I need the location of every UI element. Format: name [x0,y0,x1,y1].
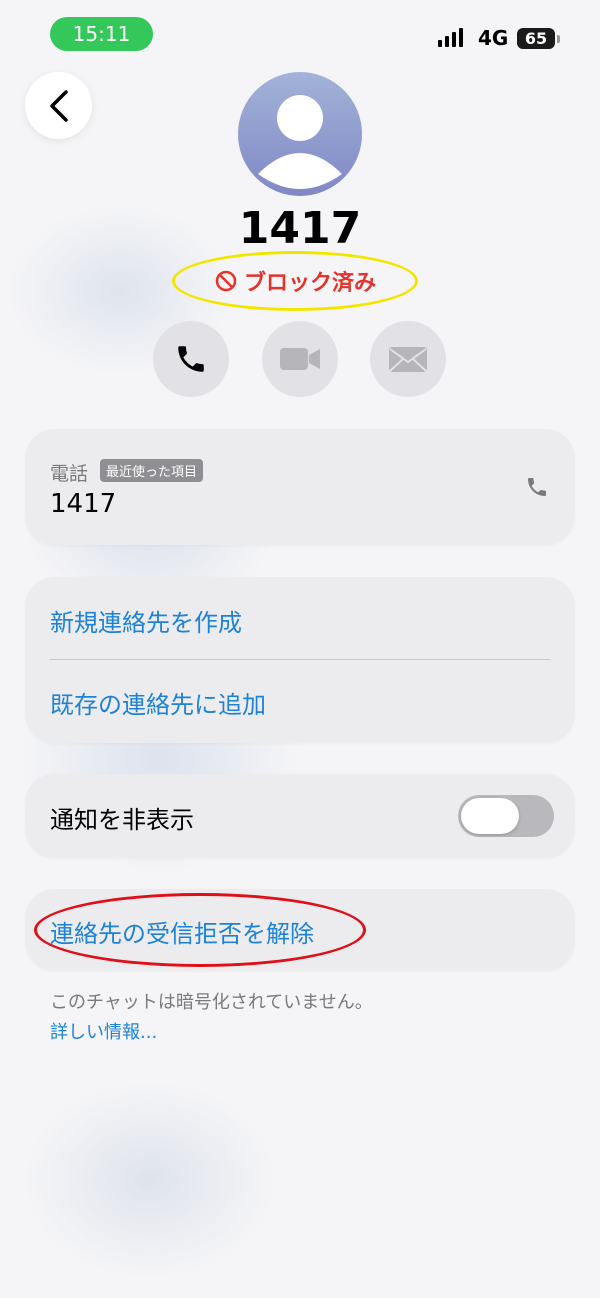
person-silhouette-icon [258,95,342,189]
blocked-label: ブロック済み [243,271,376,296]
message-button[interactable] [370,321,446,397]
phone-call-button[interactable] [525,475,549,503]
contact-avatar [238,72,362,196]
call-button[interactable] [153,321,229,397]
cellular-signal-icon [438,28,463,47]
phone-label: 電話 [50,463,89,485]
learn-more-link[interactable]: 詳しい情報... [50,1018,157,1044]
hide-alerts-card: 通知を非表示 [25,774,575,858]
contact-name: 1417 [238,203,362,254]
phone-icon [178,346,204,372]
encryption-note: このチャットは暗号化されていません。 [50,992,373,1013]
prohibited-icon [215,270,237,292]
battery-cap [557,35,560,43]
toggle-knob [461,798,519,834]
recent-badge: 最近使った項目 [100,459,204,482]
network-type: 4G [478,26,509,50]
chevron-left-icon [49,89,68,122]
hide-alerts-toggle[interactable] [458,795,554,837]
envelope-icon [389,347,427,372]
phone-number[interactable]: 1417 [50,489,116,519]
phone-card[interactable]: 電話 最近使った項目 1417 [25,429,575,545]
red-highlight-ellipse [34,893,366,967]
video-camera-icon [280,348,320,370]
contact-actions-card: 新規連絡先を作成 既存の連絡先に追加 [25,577,575,743]
hide-alerts-label: 通知を非表示 [50,806,194,834]
create-new-contact-button[interactable]: 新規連絡先を作成 [50,603,242,638]
divider [50,659,550,660]
add-to-existing-contact-button[interactable]: 既存の連絡先に追加 [50,685,266,720]
blocked-status: ブロック済み [172,251,418,311]
battery-level: 65 [517,28,555,49]
video-call-button[interactable] [262,321,338,397]
status-time[interactable]: 15:11 [50,17,153,51]
phone-icon [528,478,546,496]
back-button[interactable] [25,72,92,139]
status-bar: 15:11 4G 65 [0,0,600,62]
